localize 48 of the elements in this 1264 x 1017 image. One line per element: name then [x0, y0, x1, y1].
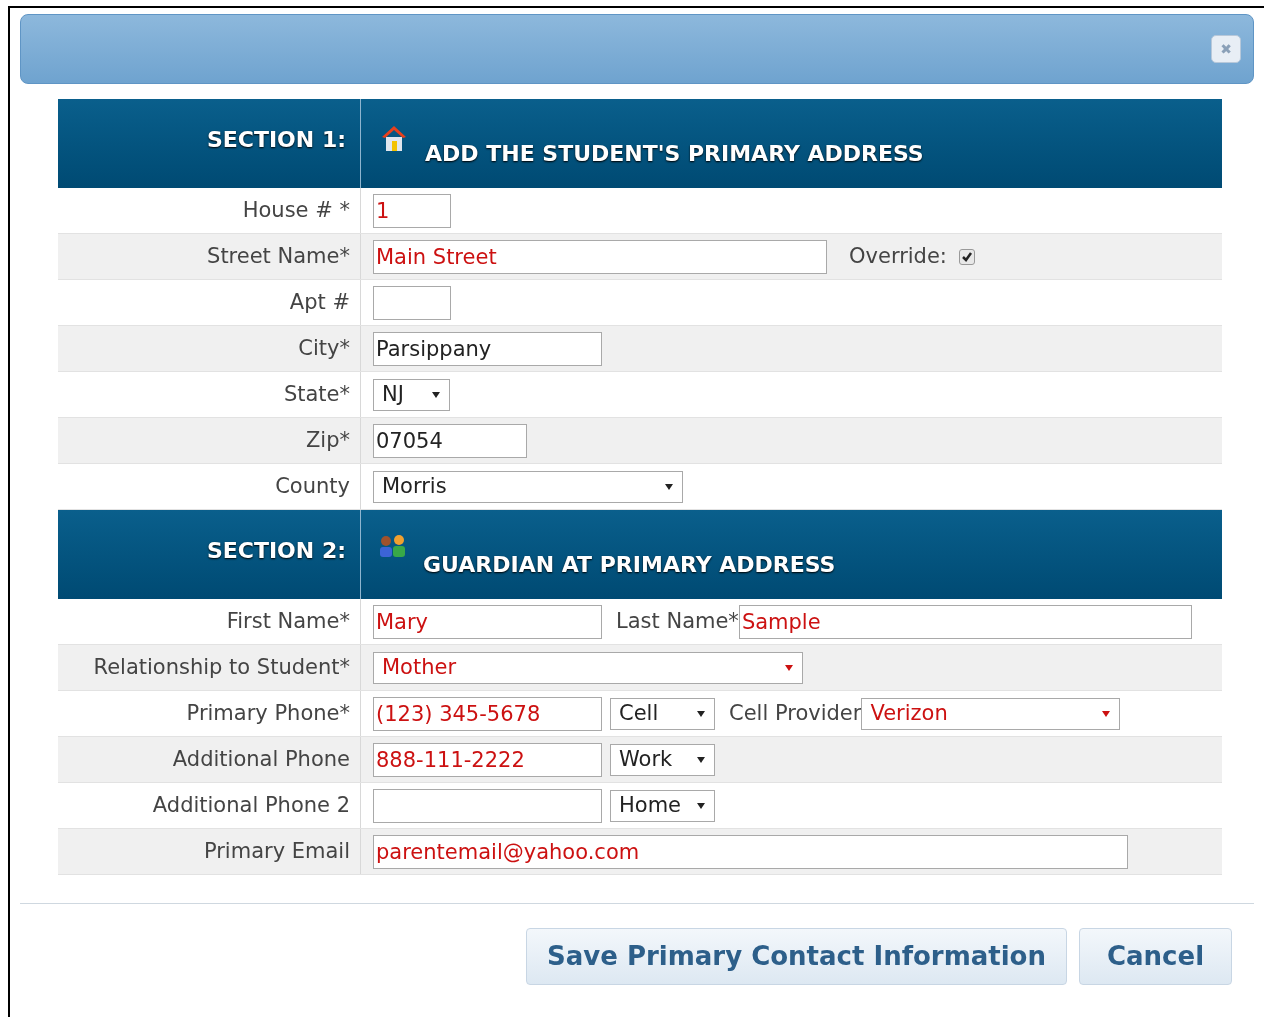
dropdown[interactable]: Work — [610, 743, 715, 776]
field-label: Additional Phone — [172, 745, 350, 773]
caret-icon — [696, 709, 706, 718]
caret-icon — [696, 801, 706, 810]
text-field[interactable]: parentemail@yahoo.com — [373, 834, 1128, 869]
checkbox[interactable] — [958, 248, 975, 265]
field-label: Last Name* — [616, 607, 739, 635]
field-label: Primary Phone* — [186, 699, 350, 727]
text-field[interactable]: 07054 — [373, 423, 527, 458]
section-heading: SECTION 1: — [206, 126, 346, 154]
caret-icon — [664, 482, 674, 491]
dropdown[interactable]: Verizon — [861, 697, 1121, 730]
field-label: Street Name* — [207, 242, 350, 270]
text-field[interactable]: Main Street — [373, 239, 827, 274]
section-title: ADD THE STUDENT'S PRIMARY ADDRESS — [425, 140, 924, 168]
field-label: House # * — [242, 196, 350, 224]
caret-icon — [431, 390, 441, 399]
field-label: County — [275, 472, 350, 500]
dropdown[interactable]: Morris — [373, 470, 683, 503]
section-heading: SECTION 2: — [206, 537, 346, 565]
section-title: GUARDIAN AT PRIMARY ADDRESS — [423, 551, 836, 579]
field-label: Relationship to Student* — [93, 653, 350, 681]
field-label: First Name* — [226, 607, 350, 635]
text-field[interactable]: (123) 345-5678 — [373, 696, 602, 731]
text-field[interactable]: 888-111-2222 — [373, 742, 602, 777]
text-field[interactable]: Parsippany — [373, 331, 602, 366]
text-field[interactable] — [373, 788, 602, 823]
text-field[interactable]: Mary — [373, 604, 602, 639]
dropdown[interactable]: Cell — [610, 697, 715, 730]
caret-icon — [696, 755, 706, 764]
field-label: Cell Provider — [729, 699, 862, 727]
caret-icon — [784, 663, 794, 672]
field-label: Primary Email — [203, 837, 350, 865]
field-label: Apt # — [289, 288, 350, 316]
dropdown[interactable]: NJ — [373, 378, 450, 411]
text-field[interactable] — [373, 285, 451, 320]
cancel-button[interactable]: Cancel — [1079, 928, 1232, 985]
field-label: Zip* — [305, 426, 350, 454]
field-label: Additional Phone 2 — [152, 791, 350, 819]
dropdown[interactable]: Mother — [373, 651, 803, 684]
override-label: Override: — [849, 242, 947, 270]
field-label: City* — [298, 334, 350, 362]
text-field[interactable]: Sample — [738, 604, 1192, 639]
field-label: State* — [283, 380, 350, 408]
save-button[interactable]: Save Primary Contact Information — [526, 928, 1067, 985]
text-field[interactable]: 1 — [373, 193, 451, 228]
caret-icon — [1101, 709, 1112, 718]
dropdown[interactable]: Home — [610, 789, 715, 822]
